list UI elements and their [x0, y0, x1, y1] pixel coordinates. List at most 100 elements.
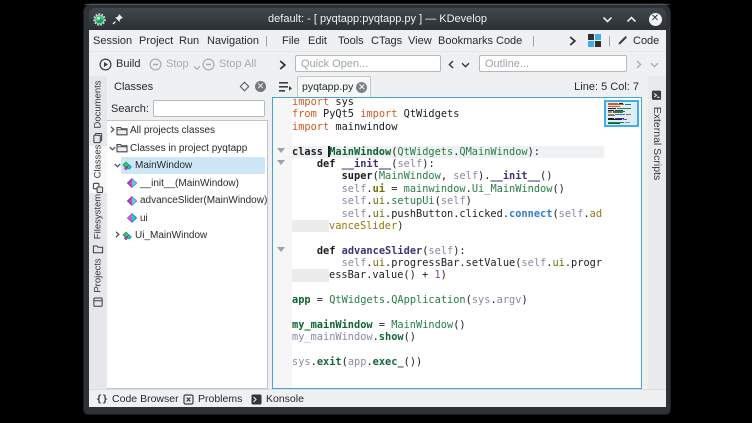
- code-line-3: import mainwindow: [292, 121, 604, 133]
- stop-all-button[interactable]: Stop All: [202, 52, 256, 76]
- fold-arrow-icon[interactable]: [277, 148, 285, 153]
- tree-item-ui[interactable]: ui: [107, 210, 266, 227]
- dock-tab-external-scripts[interactable]: External Scripts: [651, 90, 663, 181]
- tree-expander-open-icon[interactable]: [114, 161, 121, 170]
- tree-item-label: ui: [140, 213, 148, 224]
- stop-dropdown-chevron-icon[interactable]: [193, 65, 201, 71]
- dock-tab-classes[interactable]: Classes: [93, 145, 104, 194]
- tab-pyqtapp[interactable]: pyqtapp.py ✕: [297, 76, 371, 97]
- close-button[interactable]: ✕: [648, 12, 662, 26]
- menu-view[interactable]: View: [408, 30, 432, 51]
- code-token-ag: self: [441, 195, 466, 207]
- editor-scrollbar[interactable]: [604, 98, 641, 388]
- quick-open-input[interactable]: Quick Open...: [295, 55, 441, 72]
- dock-tab-documents[interactable]: Documents: [93, 80, 104, 143]
- code-token-ty: mainwindow: [404, 183, 466, 195]
- tab-close-icon[interactable]: ✕: [356, 82, 367, 93]
- tree-item-all-projects-classes[interactable]: All projects classes: [107, 122, 266, 139]
- minimap-segment: [623, 119, 627, 120]
- document-list-icon[interactable]: [278, 81, 292, 93]
- editor-viewport[interactable]: import sysfrom PyQt5 import QtWidgetsimp…: [272, 97, 642, 389]
- menu-tools[interactable]: Tools: [338, 30, 364, 51]
- nav-back-chevron-icon[interactable]: [448, 60, 454, 69]
- statusbar-code-browser[interactable]: {}Code Browser: [96, 390, 179, 408]
- code-line-14: self.ui.progressBar.setValue(self.ui.pro…: [292, 257, 604, 269]
- window-frame-highlight: [84, 4, 670, 5]
- titlebar[interactable]: default: - [ pyqtapp:pyqtapp.py ] — KDev…: [89, 8, 666, 30]
- tree-item-__init__-mainwindow-[interactable]: __init__(MainWindow): [107, 175, 266, 192]
- classes-search-input[interactable]: [153, 100, 265, 117]
- toolbar-overflow-chevron[interactable]: [279, 60, 286, 70]
- code-token-p: .progressBar.setValue(: [385, 257, 521, 269]
- tree-expander-closed-icon[interactable]: [114, 231, 121, 240]
- code-token-ag: self: [342, 195, 367, 207]
- fold-arrow-icon[interactable]: [277, 247, 285, 252]
- dock-tab-label: External Scripts: [651, 107, 663, 181]
- menu-session[interactable]: Session: [93, 30, 132, 51]
- code-area-button[interactable]: Code: [617, 30, 659, 51]
- tree-expander-closed-icon[interactable]: [109, 126, 116, 135]
- code-token-bi: connect: [509, 208, 552, 220]
- menubar-overflow-chevron[interactable]: [569, 30, 576, 51]
- right-dock-tabbar: External Scripts: [648, 76, 666, 389]
- menu-run[interactable]: Run: [179, 30, 199, 51]
- menu-edit[interactable]: Edit: [308, 30, 327, 51]
- code-token-ag: app: [348, 356, 367, 368]
- code-token-dk: super: [342, 170, 373, 182]
- tree-item-ui_mainwindow[interactable]: Ui_MainWindow: [107, 227, 266, 244]
- fold-arrow-icon[interactable]: [277, 160, 285, 165]
- tree-item-classes-in-project-pyqtapp[interactable]: Classes in project pyqtapp: [107, 140, 266, 157]
- outline-fwd-chevron-icon[interactable]: [636, 60, 642, 69]
- method-icon: [126, 177, 138, 189]
- menu-code[interactable]: Code: [496, 30, 522, 51]
- statusbar-konsole[interactable]: Konsole: [251, 390, 304, 408]
- tree-item-mainwindow[interactable]: MainWindow: [107, 157, 266, 174]
- code-token-fu: exit: [317, 356, 342, 368]
- detach-panel-icon[interactable]: [240, 82, 250, 92]
- menu-navigation[interactable]: Navigation: [207, 30, 259, 51]
- outline-input[interactable]: Outline...: [479, 55, 627, 72]
- code-token-ag: sys: [292, 356, 311, 368]
- code-token-ag: self: [428, 245, 453, 257]
- area-switcher-grid-icon[interactable]: [588, 34, 601, 47]
- menu-bookmarks[interactable]: Bookmarks: [438, 30, 493, 51]
- scrollbar-minimap[interactable]: [604, 100, 639, 127]
- code-token-fd: advanceSlider: [342, 245, 423, 257]
- code-token-kw: from: [292, 108, 317, 120]
- code-token-fu: show: [379, 331, 404, 343]
- code-token-p: .progr: [565, 257, 602, 269]
- statusbar-problems[interactable]: Problems: [183, 390, 242, 408]
- menu-project[interactable]: Project: [139, 30, 173, 51]
- code-area[interactable]: import sysfrom PyQt5 import QtWidgetsimp…: [292, 98, 604, 388]
- dock-tab-projects[interactable]: Projects: [93, 258, 104, 307]
- tree-item-label: MainWindow: [135, 160, 192, 171]
- close-panel-icon[interactable]: ✕: [255, 81, 266, 92]
- classes-tree: All projects classesClasses in project p…: [107, 120, 268, 389]
- tree-item-advanceslider-mainwindow-[interactable]: advanceSlider(MainWindow): [107, 192, 266, 209]
- code-line-6: def __init__(self):: [292, 158, 604, 170]
- pin-icon[interactable]: [112, 13, 124, 25]
- code-token-fd: __init__: [342, 158, 392, 170]
- build-button[interactable]: Build: [99, 52, 140, 76]
- code-token-ag: self: [559, 208, 584, 220]
- nav-dropdown-chevron-icon[interactable]: [461, 62, 470, 68]
- menu-file[interactable]: File: [282, 30, 300, 51]
- code-area-label: Code: [633, 35, 659, 47]
- code-token-ag: self: [453, 170, 478, 182]
- outline-dropdown-chevron-icon[interactable]: [650, 62, 659, 68]
- minimap-segment: [625, 104, 631, 105]
- tree-expander-open-icon[interactable]: [109, 144, 116, 153]
- minimize-button[interactable]: [600, 12, 614, 26]
- minimap-segment: [625, 122, 630, 123]
- code-token-cd: MainWindow: [329, 146, 391, 158]
- window-title: default: - [ pyqtapp:pyqtapp.py ] — KDev…: [89, 13, 666, 25]
- maximize-button[interactable]: [624, 12, 638, 26]
- filesystem-icon: [93, 243, 104, 254]
- menu-ctags[interactable]: CTags: [371, 30, 402, 51]
- dock-tab-filesystem[interactable]: Filesystem: [93, 194, 104, 254]
- code-token-p: ): [441, 269, 447, 281]
- wrap-indent-marker: [292, 220, 329, 232]
- stop-button[interactable]: Stop: [149, 52, 201, 76]
- code-token-ag: self: [342, 183, 367, 195]
- code-token-p: QtWidgets: [397, 108, 459, 120]
